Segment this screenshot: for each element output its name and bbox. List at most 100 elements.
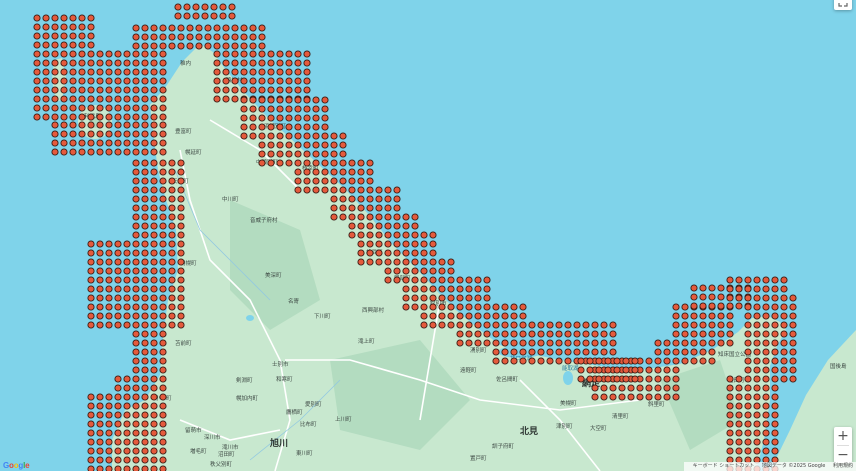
map-marker[interactable] (132, 195, 140, 203)
map-marker[interactable] (465, 276, 473, 284)
map-marker[interactable] (240, 42, 248, 50)
map-marker[interactable] (762, 339, 770, 347)
map-marker[interactable] (393, 231, 401, 239)
map-marker[interactable] (123, 249, 131, 257)
map-marker[interactable] (474, 321, 482, 329)
map-marker[interactable] (510, 348, 518, 356)
map-marker[interactable] (564, 330, 572, 338)
map-marker[interactable] (141, 130, 149, 138)
map-marker[interactable] (789, 348, 797, 356)
map-marker[interactable] (78, 148, 86, 156)
map-marker[interactable] (96, 113, 104, 121)
map-marker[interactable] (60, 14, 68, 22)
map-marker[interactable] (114, 130, 122, 138)
map-marker[interactable] (159, 159, 167, 167)
map-marker[interactable] (780, 276, 788, 284)
map-marker[interactable] (60, 77, 68, 85)
map-marker[interactable] (42, 23, 50, 31)
map-marker[interactable] (231, 95, 239, 103)
map-marker[interactable] (483, 285, 491, 293)
map-marker[interactable] (141, 68, 149, 76)
map-marker[interactable] (42, 113, 50, 121)
map-marker[interactable] (744, 429, 752, 437)
map-marker[interactable] (87, 438, 95, 446)
map-marker[interactable] (105, 104, 113, 112)
map-marker[interactable] (159, 258, 167, 266)
map-marker[interactable] (492, 339, 500, 347)
map-marker[interactable] (150, 59, 158, 67)
map-marker[interactable] (303, 96, 311, 104)
map-marker[interactable] (573, 339, 581, 347)
map-marker[interactable] (213, 68, 221, 76)
map-marker[interactable] (141, 86, 149, 94)
map-marker[interactable] (411, 267, 419, 275)
map-marker[interactable] (384, 240, 392, 248)
map-marker[interactable] (393, 240, 401, 248)
map-marker[interactable] (771, 348, 779, 356)
map-marker[interactable] (150, 357, 158, 365)
map-marker[interactable] (438, 258, 446, 266)
map-marker[interactable] (375, 258, 383, 266)
map-marker[interactable] (735, 302, 743, 310)
map-marker[interactable] (780, 366, 788, 374)
map-marker[interactable] (177, 204, 185, 212)
map-marker[interactable] (132, 231, 140, 239)
map-marker[interactable] (510, 303, 518, 311)
map-marker[interactable] (366, 213, 374, 221)
map-marker[interactable] (420, 231, 428, 239)
map-marker[interactable] (141, 303, 149, 311)
map-marker[interactable] (123, 375, 131, 383)
map-marker[interactable] (735, 276, 743, 284)
map-marker[interactable] (150, 267, 158, 275)
map-marker[interactable] (303, 177, 311, 185)
map-marker[interactable] (114, 420, 122, 428)
map-marker[interactable] (159, 420, 167, 428)
map-marker[interactable] (762, 411, 770, 419)
map-marker[interactable] (672, 393, 680, 401)
map-marker[interactable] (132, 104, 140, 112)
map-marker[interactable] (303, 132, 311, 140)
map-marker[interactable] (303, 68, 311, 76)
map-marker[interactable] (132, 204, 140, 212)
map-marker[interactable] (150, 95, 158, 103)
map-marker[interactable] (150, 276, 158, 284)
map-marker[interactable] (726, 312, 734, 320)
map-marker[interactable] (51, 77, 59, 85)
map-marker[interactable] (177, 294, 185, 302)
map-marker[interactable] (69, 32, 77, 40)
map-marker[interactable] (735, 384, 743, 392)
map-marker[interactable] (159, 285, 167, 293)
map-marker[interactable] (150, 384, 158, 392)
map-marker[interactable] (87, 130, 95, 138)
map-marker[interactable] (258, 86, 266, 94)
map-marker[interactable] (357, 240, 365, 248)
map-marker[interactable] (402, 285, 410, 293)
map-marker[interactable] (51, 68, 59, 76)
map-marker[interactable] (537, 321, 545, 329)
map-marker[interactable] (60, 95, 68, 103)
map-marker[interactable] (222, 86, 230, 94)
map-marker[interactable] (717, 330, 725, 338)
map-marker[interactable] (645, 357, 653, 365)
map-marker[interactable] (645, 393, 653, 401)
map-marker[interactable] (177, 24, 185, 32)
map-marker[interactable] (429, 285, 437, 293)
map-marker[interactable] (276, 159, 284, 167)
map-marker[interactable] (69, 14, 77, 22)
map-marker[interactable] (366, 186, 374, 194)
map-marker[interactable] (123, 420, 131, 428)
map-marker[interactable] (159, 231, 167, 239)
map-marker[interactable] (753, 357, 761, 365)
map-marker[interactable] (42, 104, 50, 112)
map-marker[interactable] (447, 258, 455, 266)
map-marker[interactable] (294, 150, 302, 158)
map-marker[interactable] (276, 141, 284, 149)
zoom-in-button[interactable]: + (834, 427, 852, 445)
map-marker[interactable] (303, 105, 311, 113)
map-marker[interactable] (285, 159, 293, 167)
map-marker[interactable] (573, 348, 581, 356)
map-marker[interactable] (753, 285, 761, 293)
map-marker[interactable] (87, 285, 95, 293)
map-marker[interactable] (69, 77, 77, 85)
map-marker[interactable] (177, 213, 185, 221)
